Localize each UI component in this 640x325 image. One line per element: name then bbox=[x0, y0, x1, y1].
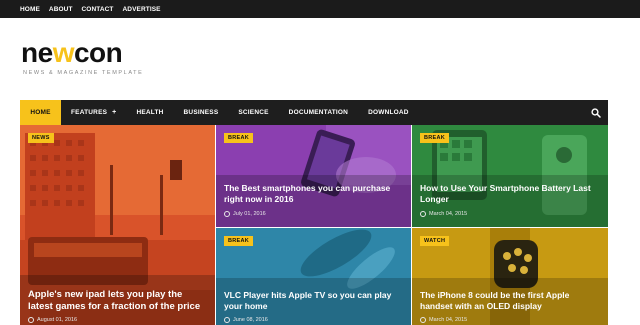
clock-icon bbox=[224, 211, 230, 217]
clock-icon bbox=[224, 317, 230, 323]
post-title[interactable]: Apple's new ipad lets you play the lates… bbox=[28, 289, 203, 314]
featured-post-3[interactable]: BREAK How to Use Your Smartphone Battery… bbox=[412, 125, 608, 227]
post-date: March 04, 2015 bbox=[420, 211, 467, 217]
post-title[interactable]: The iPhone 8 could be the first Apple ha… bbox=[420, 290, 596, 312]
nav-label: HOME bbox=[30, 109, 51, 116]
category-badge[interactable]: WATCH bbox=[420, 236, 450, 246]
category-badge[interactable]: BREAK bbox=[224, 236, 254, 246]
top-link-about[interactable]: ABOUT bbox=[49, 6, 73, 13]
nav-label: DOWNLOAD bbox=[368, 109, 409, 116]
featured-post-1[interactable]: NEWS Apple's new ipad lets you play the … bbox=[20, 125, 215, 325]
nav-item-download[interactable]: DOWNLOAD bbox=[358, 100, 419, 125]
clock-icon bbox=[28, 317, 34, 323]
featured-post-2[interactable]: BREAK The Best smartphones you can purch… bbox=[216, 125, 411, 227]
post-title[interactable]: The Best smartphones you can purchase ri… bbox=[224, 183, 399, 205]
clock-icon bbox=[420, 211, 426, 217]
post-title[interactable]: How to Use Your Smartphone Battery Last … bbox=[420, 183, 596, 205]
featured-grid: NEWS Apple's new ipad lets you play the … bbox=[20, 125, 608, 325]
search-icon bbox=[590, 107, 601, 118]
plus-icon: + bbox=[112, 109, 117, 116]
featured-post-5[interactable]: WATCH The iPhone 8 could be the first Ap… bbox=[412, 228, 608, 325]
nav-item-documentation[interactable]: DOCUMENTATION bbox=[279, 100, 358, 125]
nav-item-business[interactable]: BUSINESS bbox=[174, 100, 229, 125]
category-badge[interactable]: NEWS bbox=[28, 133, 54, 143]
nav-label: DOCUMENTATION bbox=[288, 109, 349, 116]
post-title[interactable]: VLC Player hits Apple TV so you can play… bbox=[224, 290, 399, 312]
post-date: July 01, 2016 bbox=[224, 211, 266, 217]
top-link-contact[interactable]: CONTACT bbox=[82, 6, 114, 13]
nav-label: SCIENCE bbox=[238, 109, 269, 116]
post-date-text: July 01, 2016 bbox=[233, 211, 266, 217]
logo-part-1: ne bbox=[21, 37, 53, 68]
search-button[interactable] bbox=[583, 100, 608, 125]
nav-label: BUSINESS bbox=[183, 109, 219, 116]
clock-icon bbox=[420, 317, 426, 323]
category-badge[interactable]: BREAK bbox=[224, 133, 254, 143]
logo-tagline: NEWS & MAGAZINE TEMPLATE bbox=[23, 70, 144, 76]
post-date-text: March 04, 2015 bbox=[429, 211, 468, 217]
logo-part-2: con bbox=[73, 37, 123, 68]
category-badge[interactable]: BREAK bbox=[420, 133, 450, 143]
post-date-text: March 04, 2015 bbox=[429, 317, 468, 323]
post-date: August 01, 2016 bbox=[28, 317, 77, 323]
top-link-home[interactable]: HOME bbox=[20, 6, 40, 13]
post-date: March 04, 2015 bbox=[420, 317, 467, 323]
nav-label: HEALTH bbox=[136, 109, 164, 116]
top-link-advertise[interactable]: ADVERTISE bbox=[123, 6, 161, 13]
post-date: June 08, 2016 bbox=[224, 317, 268, 323]
nav-item-features[interactable]: FEATURES + bbox=[61, 100, 126, 125]
featured-post-4[interactable]: BREAK VLC Player hits Apple TV so you ca… bbox=[216, 228, 411, 325]
site-logo[interactable]: newcon NEWS & MAGAZINE TEMPLATE bbox=[21, 38, 181, 82]
top-links: HOME ABOUT CONTACT ADVERTISE bbox=[20, 0, 170, 18]
logo-w: w bbox=[52, 37, 75, 68]
nav-item-health[interactable]: HEALTH bbox=[126, 100, 173, 125]
post-date-text: August 01, 2016 bbox=[37, 317, 78, 323]
nav-label: FEATURES bbox=[71, 109, 108, 116]
top-bar: HOME ABOUT CONTACT ADVERTISE bbox=[0, 0, 640, 18]
post-date-text: June 08, 2016 bbox=[233, 317, 268, 323]
nav-item-home[interactable]: HOME bbox=[20, 100, 61, 125]
main-nav: HOME FEATURES + HEALTH BUSINESS SCIENCE D… bbox=[20, 100, 608, 125]
nav-item-science[interactable]: SCIENCE bbox=[228, 100, 278, 125]
logo-wordmark: newcon bbox=[21, 37, 123, 68]
